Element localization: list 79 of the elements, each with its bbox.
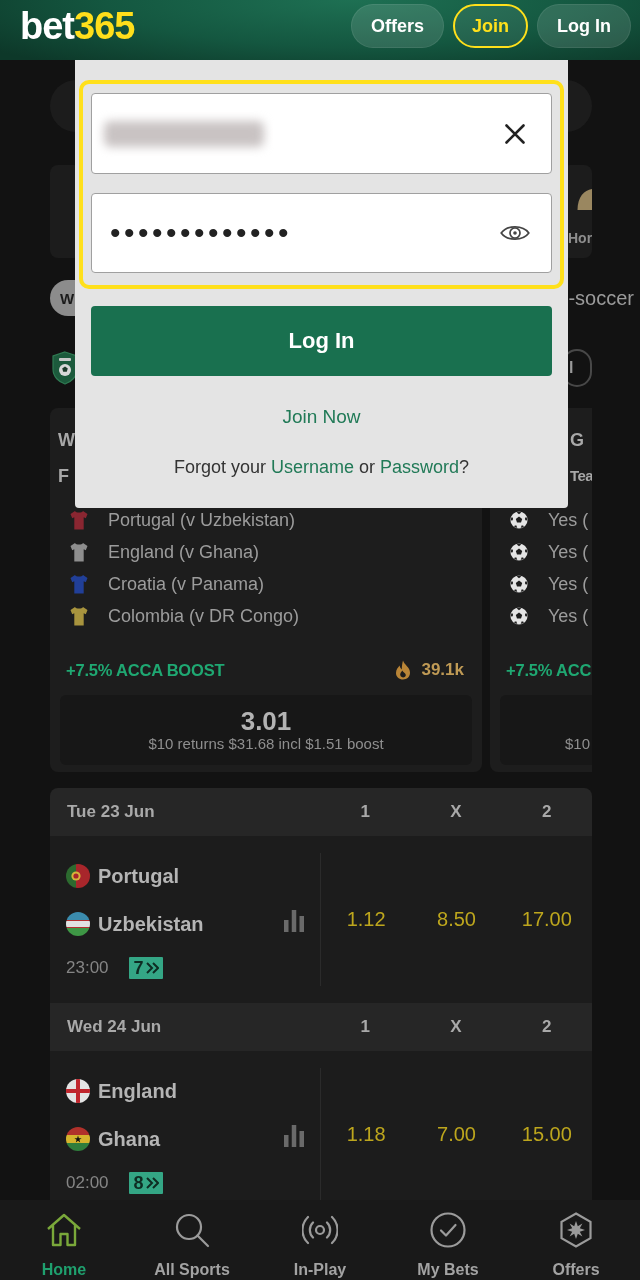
double-chevron-icon	[145, 962, 159, 974]
bottom-nav-tab[interactable]: My Bets	[384, 1200, 512, 1280]
password-field[interactable]: •••••••••••••	[91, 193, 552, 273]
team-name: Uzbekistan	[98, 912, 204, 936]
team-name: England	[98, 1079, 177, 1103]
hexagon-star-icon	[558, 1212, 594, 1248]
house-icon	[46, 1212, 82, 1248]
search-icon	[174, 1212, 210, 1248]
odds-button[interactable]: 1.18	[344, 1119, 388, 1150]
password-link[interactable]: Password	[380, 457, 460, 477]
login-button[interactable]: Log In	[537, 4, 631, 48]
kickoff-time: 02:00	[66, 1173, 109, 1193]
selection-label: Yes (	[548, 573, 589, 595]
column-header: X	[450, 802, 462, 822]
eye-icon[interactable]	[500, 223, 530, 243]
football-icon	[510, 575, 528, 593]
kickoff-time: 23:00	[66, 958, 109, 978]
boost-label: +7.5% ACCA BOOST	[66, 660, 225, 680]
bottom-nav-tab[interactable]: Offers	[512, 1200, 640, 1280]
column-header: X	[450, 1017, 462, 1037]
link-text[interactable]: -soccer	[568, 286, 634, 310]
bottom-nav-tab[interactable]: All Sports	[128, 1200, 256, 1280]
flame-icon	[395, 660, 412, 680]
match-row[interactable]: England Ghana 02:00 8 1.18 7.00 15.00	[50, 1051, 592, 1200]
username-link[interactable]: Username	[270, 457, 354, 477]
team-name: Portugal	[98, 864, 180, 888]
date-header: Tue 23 Jun	[66, 802, 155, 822]
odds-button[interactable]: 7.00	[435, 1119, 478, 1150]
returns-text: $10 returns $31.68 incl $1.51 boost	[148, 735, 384, 753]
football-icon	[510, 607, 528, 625]
flag-icon	[66, 912, 90, 936]
column-header: 2	[541, 802, 552, 822]
total-odds: 3.01	[240, 707, 292, 735]
card-subtitle: F	[58, 465, 69, 488]
card-title: G	[570, 429, 584, 452]
bar-chart-icon[interactable]	[284, 910, 304, 932]
forgot-credentials-text: Forgot your Username or Password?	[173, 456, 470, 479]
flag-icon	[66, 1079, 90, 1103]
username-field[interactable]	[91, 93, 552, 174]
column-header: 2	[541, 1017, 552, 1037]
offers-button[interactable]: Offers	[351, 4, 444, 48]
returns-text: $10	[565, 735, 591, 753]
flag-icon	[66, 864, 90, 888]
team-name: Ghana	[98, 1127, 161, 1151]
login-submit-button[interactable]: Log In	[91, 306, 552, 376]
odds-button[interactable]: 8.50	[435, 904, 478, 935]
boost-label: +7.5% ACC	[506, 660, 592, 680]
football-icon	[510, 511, 528, 529]
more-markets-badge[interactable]: 8	[128, 1172, 163, 1194]
logo[interactable]: bet365	[20, 7, 135, 45]
odds-button[interactable]: 15.00	[519, 1119, 574, 1150]
odds-panel[interactable]: 3.01 $10 returns $31.68 incl $1.51 boost	[60, 695, 472, 765]
column-header: 1	[360, 1017, 371, 1037]
odds-button[interactable]: 1.12	[344, 904, 388, 935]
more-markets-badge[interactable]: 7	[128, 957, 163, 979]
selection-label: Portugal (v Uzbekistan)	[108, 509, 296, 531]
match-row[interactable]: Portugal Uzbekistan 23:00 7 1.12 8.50 17.00	[50, 836, 592, 1003]
bottom-nav-tab[interactable]: In-Play	[256, 1200, 384, 1280]
close-icon[interactable]	[505, 123, 525, 144]
selection-label: Yes (	[548, 605, 589, 627]
selection-label: Yes (	[548, 509, 589, 531]
selection-label: Colombia (v DR Congo)	[108, 605, 300, 627]
card-title: W	[58, 429, 75, 452]
join-button[interactable]: Join	[453, 4, 528, 48]
double-chevron-icon	[145, 1177, 159, 1189]
selection-label: Croatia (v Panama)	[108, 573, 265, 595]
selection-label: Yes (	[548, 541, 589, 563]
popularity-count: 39.1k	[421, 660, 464, 680]
helmet-icon	[577, 188, 592, 212]
date-header: Wed 24 Jun	[66, 1017, 162, 1037]
flag-icon	[66, 1127, 90, 1151]
odds-button[interactable]: 17.00	[519, 904, 574, 935]
bar-chart-icon[interactable]	[284, 1125, 304, 1147]
check-circle-icon	[430, 1212, 466, 1248]
football-icon	[510, 543, 528, 561]
selection-label: England (v Ghana)	[108, 541, 260, 563]
odds-panel[interactable]: $10	[500, 695, 592, 765]
column-header: 1	[360, 802, 371, 822]
bottom-nav-tab[interactable]: Home	[0, 1200, 128, 1280]
